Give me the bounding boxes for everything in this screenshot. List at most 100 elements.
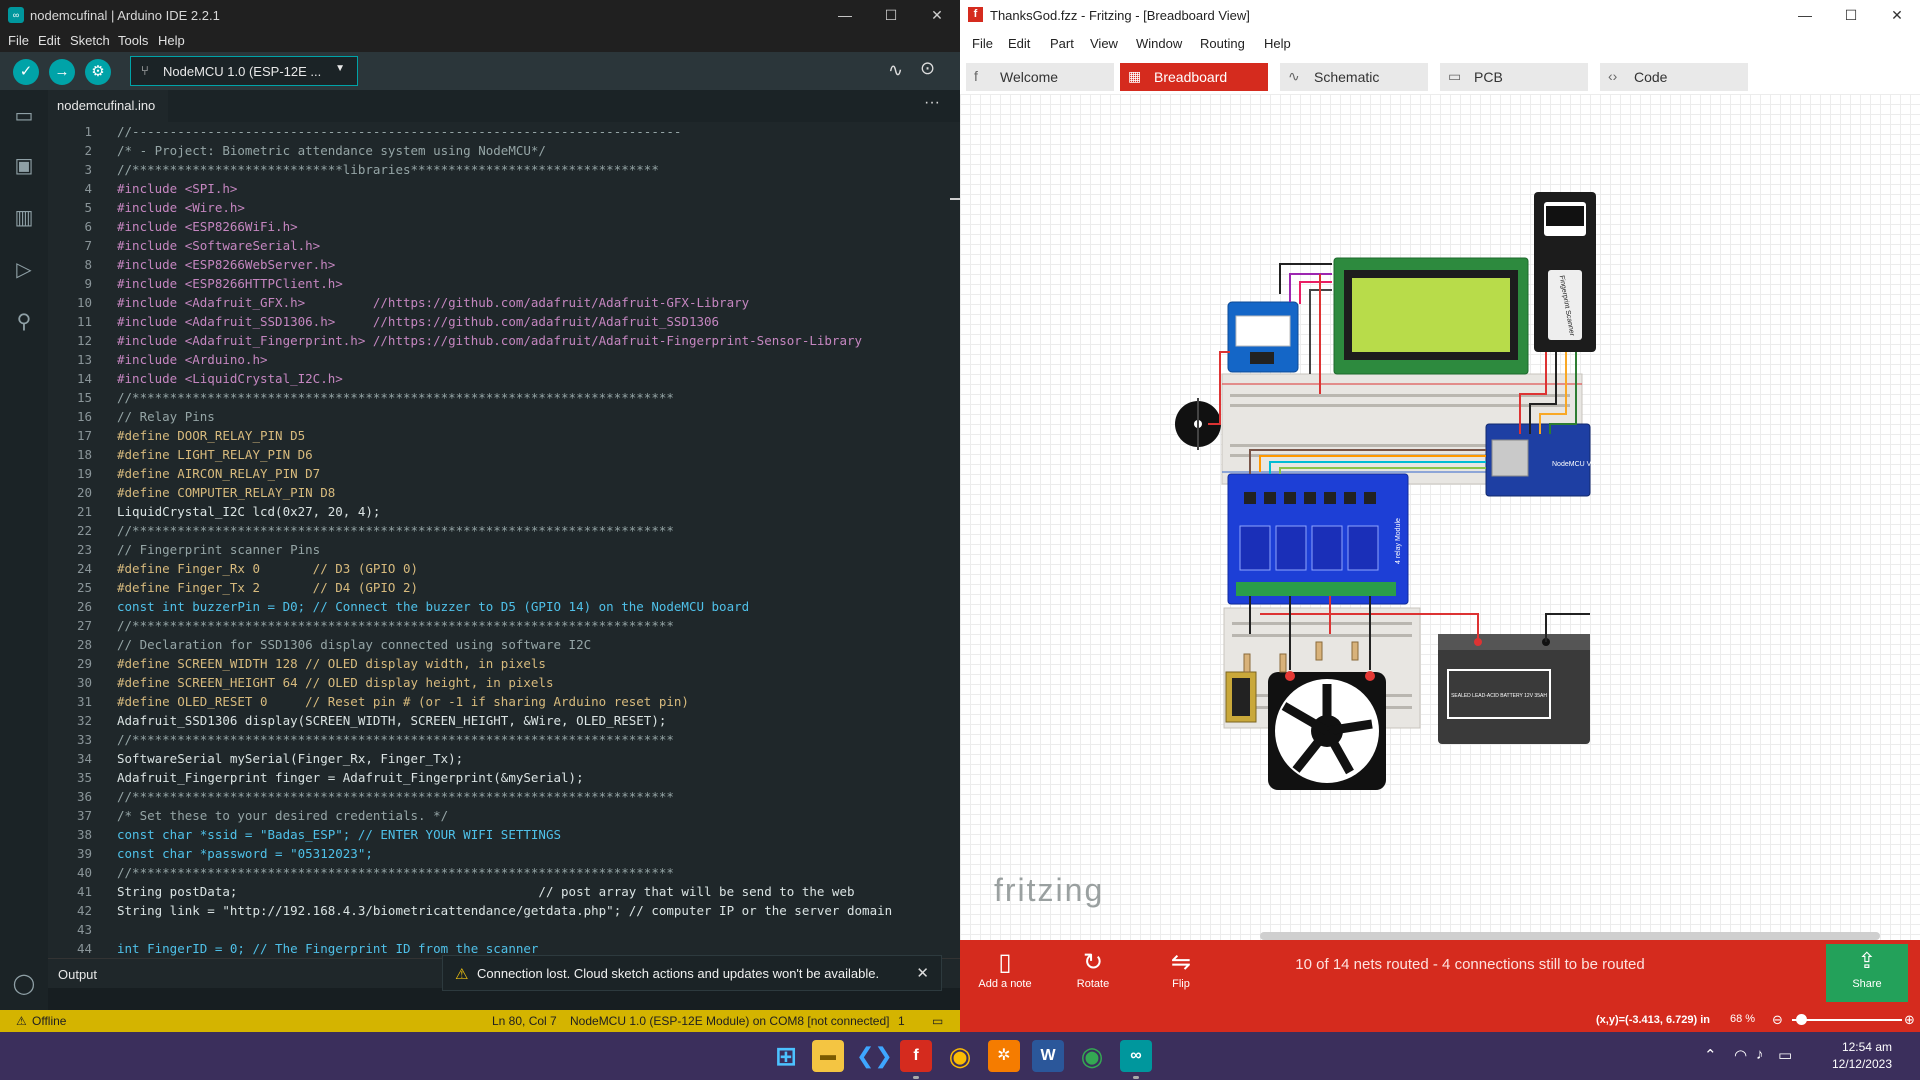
debug-button[interactable]: ⚙	[85, 59, 111, 85]
close-notification-icon[interactable]: ✕	[916, 964, 929, 982]
fz-menu-view[interactable]: View	[1090, 36, 1118, 51]
show-hidden-icons-icon[interactable]: ⌃	[1704, 1046, 1717, 1064]
flip-button[interactable]: ⇋ Flip	[1146, 948, 1216, 990]
code-line[interactable]: 9 #include <ESP8266HTTPClient.h>	[48, 274, 948, 293]
tab-pcb[interactable]: ▭ PCB	[1440, 63, 1588, 91]
menu-help[interactable]: Help	[158, 33, 185, 48]
editor-scrollbar[interactable]	[948, 122, 960, 958]
code-line[interactable]: 34 SoftwareSerial mySerial(Finger_Rx, Fin…	[48, 749, 948, 768]
boards-manager-icon[interactable]: ▣	[12, 154, 36, 178]
code-line[interactable]: 13 #include <Arduino.h>	[48, 350, 948, 369]
upload-button[interactable]: →	[49, 59, 75, 85]
code-line[interactable]: 32 Adafruit_SSD1306 display(SCREEN_WIDTH,…	[48, 711, 948, 730]
chrome-profile-icon[interactable]: ◉	[1076, 1040, 1108, 1072]
wifi-icon[interactable]: ◠	[1734, 1046, 1747, 1064]
add-note-button[interactable]: ▯ Add a note	[970, 948, 1040, 990]
code-line[interactable]: 4 #include <SPI.h>	[48, 179, 948, 198]
serial-monitor-icon[interactable]: ⊙	[920, 58, 935, 79]
chrome-icon[interactable]: ◉	[944, 1040, 976, 1072]
code-editor[interactable]: 1 //-------------------------------------…	[48, 122, 948, 958]
fz-menu-window[interactable]: Window	[1136, 36, 1182, 51]
code-line[interactable]: 5 #include <Wire.h>	[48, 198, 948, 217]
minimize-icon[interactable]: —	[822, 0, 868, 30]
start-menu-icon[interactable]: ⊞	[770, 1040, 802, 1072]
close-icon[interactable]: ✕	[914, 0, 960, 30]
tab-code[interactable]: ‹› Code	[1600, 63, 1748, 91]
code-line[interactable]: 6 #include <ESP8266WiFi.h>	[48, 217, 948, 236]
code-line[interactable]: 11 #include <Adafruit_SSD1306.h> //https:…	[48, 312, 948, 331]
code-line[interactable]: 19 #define AIRCON_RELAY_PIN D7	[48, 464, 948, 483]
code-line[interactable]: 15 //************************************…	[48, 388, 948, 407]
code-line[interactable]: 42 String link = "http://192.168.4.3/biom…	[48, 901, 948, 920]
code-line[interactable]: 17 #define DOOR_RELAY_PIN D5	[48, 426, 948, 445]
code-line[interactable]: 24 #define Finger_Rx 0 // D3 (GPIO 0)	[48, 559, 948, 578]
code-line[interactable]: 41 String postData; // post array that wi…	[48, 882, 948, 901]
code-line[interactable]: 36 //************************************…	[48, 787, 948, 806]
code-line[interactable]: 30 #define SCREEN_HEIGHT 64 // OLED displ…	[48, 673, 948, 692]
word-icon[interactable]: W	[1032, 1040, 1064, 1072]
code-line[interactable]: 10 #include <Adafruit_GFX.h> //https://gi…	[48, 293, 948, 312]
file-explorer-icon[interactable]: ▬	[812, 1040, 844, 1072]
code-line[interactable]: 29 #define SCREEN_WIDTH 128 // OLED displ…	[48, 654, 948, 673]
tab-breadboard[interactable]: ▦ Breadboard	[1120, 63, 1268, 91]
fz-menu-file[interactable]: File	[972, 36, 993, 51]
volume-icon[interactable]: ♪	[1756, 1046, 1764, 1063]
menu-tools[interactable]: Tools	[118, 33, 148, 48]
fz-menu-edit[interactable]: Edit	[1008, 36, 1030, 51]
breadboard-canvas[interactable]: Fingerprint Scanner NodeMCU V3 4 relay M…	[960, 94, 1920, 940]
tab-nodemcufinal[interactable]: nodemcufinal.ino	[48, 90, 168, 122]
code-line[interactable]: 22 //************************************…	[48, 521, 948, 540]
library-manager-icon[interactable]: ▥	[12, 206, 36, 230]
code-line[interactable]: 20 #define COMPUTER_RELAY_PIN D8	[48, 483, 948, 502]
zoom-in-icon[interactable]: ⊕	[1904, 1012, 1915, 1028]
rotate-button[interactable]: ↻ Rotate	[1058, 948, 1128, 990]
serial-plotter-icon[interactable]: ∿	[888, 60, 903, 81]
code-line[interactable]: 40 //************************************…	[48, 863, 948, 882]
tab-welcome[interactable]: f Welcome	[966, 63, 1114, 91]
toggle-output-icon[interactable]: ▭	[932, 1014, 943, 1028]
menu-edit[interactable]: Edit	[38, 33, 60, 48]
code-line[interactable]: 18 #define LIGHT_RELAY_PIN D6	[48, 445, 948, 464]
search-icon[interactable]: ⚲	[12, 310, 36, 334]
code-line[interactable]: 2 /* - Project: Biometric attendance syst…	[48, 141, 948, 160]
code-line[interactable]: 37 /* Set these to your desired credentia…	[48, 806, 948, 825]
scroll-thumb[interactable]	[950, 198, 960, 200]
zoom-slider[interactable]	[1792, 1019, 1902, 1021]
code-line[interactable]: 21 LiquidCrystal_I2C lcd(0x27, 20, 4);	[48, 502, 948, 521]
code-line[interactable]: 43	[48, 920, 948, 939]
folder-icon[interactable]: ▭	[12, 104, 36, 128]
maximize-icon[interactable]: ☐	[868, 0, 914, 30]
battery-icon[interactable]: ▭	[1778, 1046, 1792, 1064]
xampp-icon[interactable]: ✲	[988, 1040, 1020, 1072]
routing-status[interactable]: 10 of 14 nets routed - 4 connections sti…	[1260, 956, 1680, 973]
code-line[interactable]: 8 #include <ESP8266WebServer.h>	[48, 255, 948, 274]
system-clock[interactable]: 12:54 am 12/12/2023	[1812, 1039, 1892, 1073]
code-line[interactable]: 27 //************************************…	[48, 616, 948, 635]
account-icon[interactable]: ◯	[12, 972, 36, 996]
notification-count[interactable]: 1	[898, 1014, 905, 1028]
canvas-horizontal-scrollbar[interactable]	[1260, 932, 1880, 940]
code-line[interactable]: 33 //************************************…	[48, 730, 948, 749]
vscode-icon[interactable]: ❮❯	[856, 1040, 893, 1072]
fritzing-minimize-icon[interactable]: —	[1782, 0, 1828, 30]
menu-sketch[interactable]: Sketch	[70, 33, 110, 48]
zoom-out-icon[interactable]: ⊖	[1772, 1012, 1783, 1028]
zoom-slider-handle[interactable]	[1796, 1014, 1807, 1025]
board-selector[interactable]: ⑂ NodeMCU 1.0 (ESP-12E ... ▼	[130, 56, 358, 86]
code-line[interactable]: 3 //****************************libraries…	[48, 160, 948, 179]
menu-file[interactable]: File	[8, 33, 29, 48]
code-line[interactable]: 12 #include <Adafruit_Fingerprint.h> //ht…	[48, 331, 948, 350]
code-line[interactable]: 16 // Relay Pins	[48, 407, 948, 426]
fritzing-close-icon[interactable]: ✕	[1874, 0, 1920, 30]
code-line[interactable]: 35 Adafruit_Fingerprint finger = Adafruit…	[48, 768, 948, 787]
lead-acid-battery[interactable]	[1438, 634, 1590, 744]
code-line[interactable]: 31 #define OLED_RESET 0 // Reset pin # (o…	[48, 692, 948, 711]
code-line[interactable]: 1 //-------------------------------------…	[48, 122, 948, 141]
code-line[interactable]: 14 #include <LiquidCrystal_I2C.h>	[48, 369, 948, 388]
fritzing-taskbar-icon[interactable]: f	[900, 1040, 932, 1072]
code-line[interactable]: 25 #define Finger_Tx 2 // D4 (GPIO 2)	[48, 578, 948, 597]
code-line[interactable]: 39 const char *password = "05312023";	[48, 844, 948, 863]
arduino-taskbar-icon[interactable]: ∞	[1120, 1040, 1152, 1072]
fz-menu-routing[interactable]: Routing	[1200, 36, 1245, 51]
code-line[interactable]: 7 #include <SoftwareSerial.h>	[48, 236, 948, 255]
